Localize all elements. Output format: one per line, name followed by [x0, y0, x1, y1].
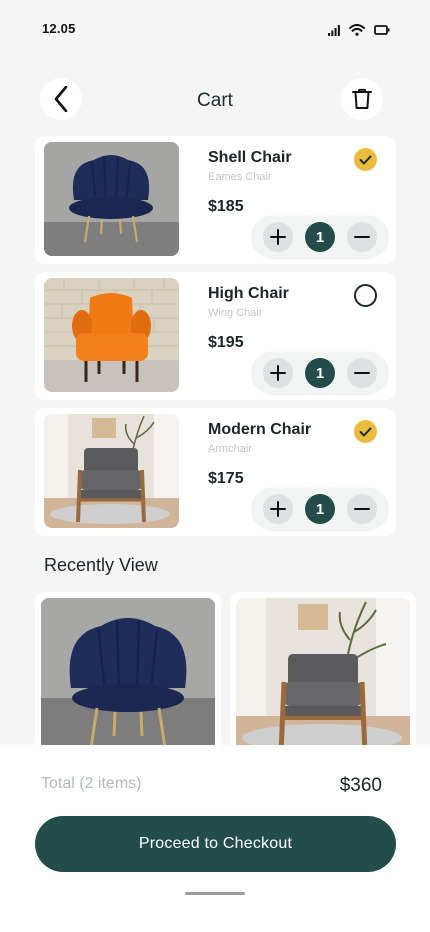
recent-item[interactable] [230, 592, 416, 752]
item-name: Shell Chair [208, 149, 292, 166]
plus-icon [270, 365, 286, 381]
decrease-button[interactable] [347, 358, 377, 388]
minus-icon [354, 236, 370, 238]
recently-viewed-title: Recently View [44, 555, 158, 575]
recently-viewed-list [35, 592, 430, 752]
cart-item[interactable]: High Chair Wing Chair $195 1 [35, 272, 396, 400]
increase-button[interactable] [263, 494, 293, 524]
signal-icon [328, 24, 340, 36]
item-price: $195 [208, 334, 244, 351]
item-price: $185 [208, 198, 244, 215]
product-image-modern-chair [44, 414, 179, 528]
product-image-high-chair [44, 278, 179, 392]
quantity-value: 1 [305, 222, 335, 252]
recent-item[interactable] [35, 592, 221, 752]
item-subtitle: Eames Chair [208, 171, 272, 183]
status-icons [328, 24, 390, 36]
plus-icon [270, 501, 286, 517]
plus-icon [270, 229, 286, 245]
header: Cart [0, 78, 430, 122]
status-bar: 12.05 [0, 0, 430, 56]
battery-icon [374, 25, 390, 35]
minus-icon [354, 372, 370, 374]
checkout-button[interactable]: Proceed to Checkout [35, 816, 396, 872]
status-time: 12.05 [42, 21, 76, 36]
item-subtitle: Armchair [208, 443, 253, 455]
cart-item[interactable]: Modern Chair Armchair $175 1 [35, 408, 396, 536]
quantity-stepper: 1 [251, 351, 389, 395]
cart-list: Shell Chair Eames Chair $185 1 High Chai… [35, 136, 396, 544]
checkmark-icon [359, 427, 372, 436]
select-checkbox[interactable] [354, 420, 377, 443]
checkout-summary: Total (2 items) $360 Proceed to Checkout [0, 745, 430, 932]
total-label: Total (2 items) [41, 775, 142, 792]
checkmark-icon [359, 155, 372, 164]
item-subtitle: Wing Chair [208, 307, 263, 319]
quantity-stepper: 1 [251, 215, 389, 259]
item-name: High Chair [208, 285, 289, 302]
increase-button[interactable] [263, 222, 293, 252]
recent-image-modern-chair [236, 598, 410, 752]
recent-image-shell-chair [41, 598, 215, 752]
wifi-icon [349, 24, 365, 36]
item-price: $175 [208, 470, 244, 487]
select-checkbox[interactable] [354, 284, 377, 307]
total-value: $360 [339, 775, 382, 796]
cart-item[interactable]: Shell Chair Eames Chair $185 1 [35, 136, 396, 264]
trash-icon [352, 88, 372, 109]
product-image-shell-chair [44, 142, 179, 256]
item-name: Modern Chair [208, 421, 312, 438]
quantity-value: 1 [305, 358, 335, 388]
minus-icon [354, 508, 370, 510]
decrease-button[interactable] [347, 494, 377, 524]
delete-button[interactable] [341, 78, 383, 120]
decrease-button[interactable] [347, 222, 377, 252]
increase-button[interactable] [263, 358, 293, 388]
home-indicator [185, 892, 245, 895]
quantity-stepper: 1 [251, 487, 389, 531]
quantity-value: 1 [305, 494, 335, 524]
select-checkbox[interactable] [354, 148, 377, 171]
